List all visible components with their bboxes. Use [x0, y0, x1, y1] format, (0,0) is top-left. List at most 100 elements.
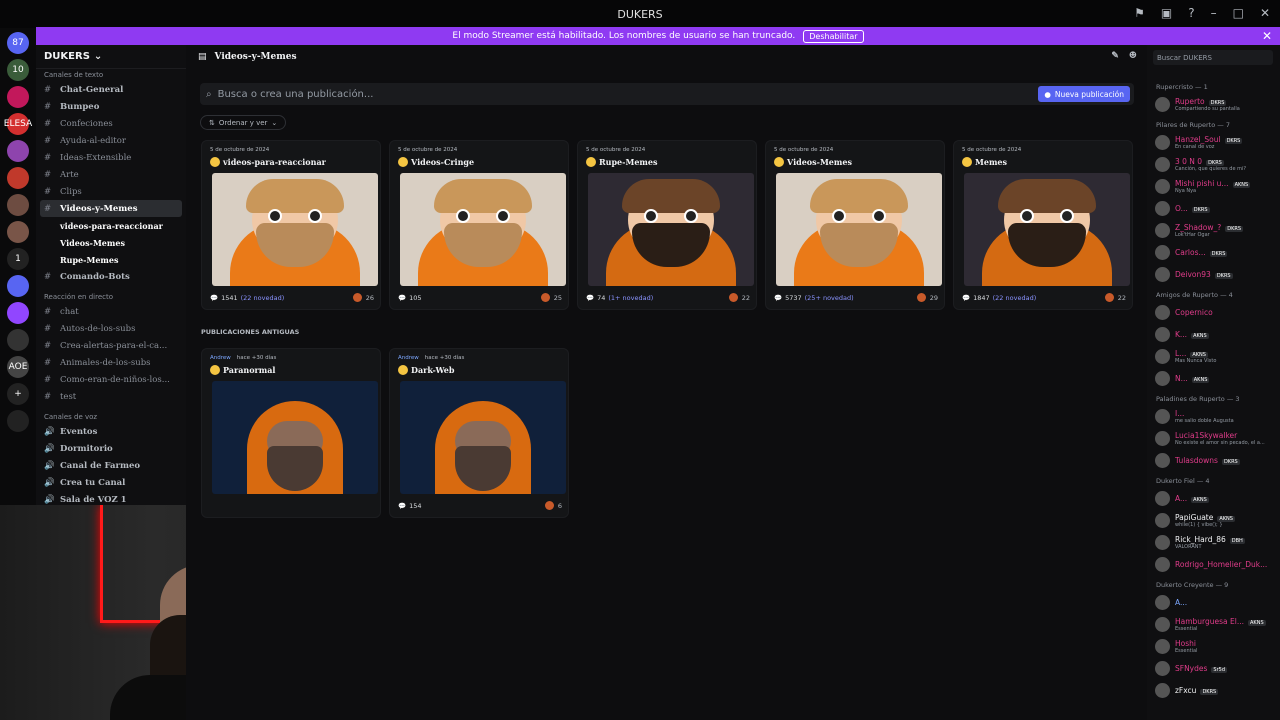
- server-icon[interactable]: [7, 329, 29, 351]
- minimize-icon[interactable]: –: [1211, 6, 1217, 20]
- channel-item[interactable]: # Ayuda-al-editor: [36, 132, 186, 149]
- maximize-icon[interactable]: □: [1233, 6, 1244, 20]
- member-item[interactable]: O... DKRS: [1147, 197, 1280, 219]
- server-icon[interactable]: [7, 194, 29, 216]
- server-icon[interactable]: [7, 167, 29, 189]
- member-item[interactable]: L... AKNS Mas Nunca Visto: [1147, 345, 1280, 367]
- member-item[interactable]: I... me salio doble Augusta: [1147, 405, 1280, 427]
- forum-post-card[interactable]: 5 de octubre de 2024 videos-para-reaccion…: [201, 140, 381, 310]
- close-icon[interactable]: ✕: [1260, 6, 1270, 20]
- search-input[interactable]: Busca o crea una publicación...: [218, 89, 374, 100]
- sort-button[interactable]: ⇅ Ordenar y ver ⌄: [200, 115, 287, 130]
- avatar: [1155, 682, 1170, 698]
- server-icon[interactable]: 10: [7, 59, 29, 81]
- member-item[interactable]: Rick_Hard_86 DBH VALORANT: [1147, 531, 1280, 553]
- server-icon[interactable]: 87: [7, 32, 29, 54]
- threads-icon[interactable]: ✎: [1111, 51, 1119, 61]
- channel-item[interactable]: videos-para-reaccionar: [36, 217, 186, 234]
- forum-post-card[interactable]: Andrew hace +30 días Paranormal: [201, 348, 381, 518]
- member-item[interactable]: Deivon93 DKRS: [1147, 263, 1280, 285]
- server-icon[interactable]: [7, 86, 29, 108]
- channel-item[interactable]: # Chat-General: [36, 81, 186, 98]
- voice-channel-item[interactable]: 🔊 Eventos: [36, 423, 186, 440]
- voice-channel-item[interactable]: 🔊 Crea tu Canal: [36, 474, 186, 491]
- server-icon[interactable]: ELESA: [4, 113, 32, 135]
- post-thumbnail[interactable]: [400, 381, 566, 494]
- server-icon[interactable]: [7, 302, 29, 324]
- post-thumbnail[interactable]: [212, 381, 378, 494]
- member-item[interactable]: K... AKNS: [1147, 323, 1280, 345]
- member-search-input[interactable]: Buscar DUKERS: [1153, 50, 1273, 65]
- channel-item[interactable]: # Como-eran-de-niños-los...: [36, 371, 186, 388]
- monitor-icon[interactable]: ▣: [1161, 6, 1172, 20]
- avatar: [1155, 534, 1170, 550]
- member-item[interactable]: Lucia1Skywalker No existe el amor sin pec…: [1147, 427, 1280, 449]
- channel-item[interactable]: # test: [36, 388, 186, 405]
- member-item[interactable]: N... AKNS: [1147, 367, 1280, 389]
- text-category[interactable]: Canales de texto: [36, 69, 186, 81]
- member-item[interactable]: A...: [1147, 591, 1280, 613]
- channel-item[interactable]: # Bumpeo: [36, 98, 186, 115]
- member-item[interactable]: PapiGuate AKNS while(1) { vibe(); }: [1147, 509, 1280, 531]
- server-icon[interactable]: [7, 410, 29, 432]
- forum-post-card[interactable]: 5 de octubre de 2024 Rupe-Memes 💬 74 (1+ nov…: [577, 140, 757, 310]
- member-item[interactable]: Carlos... DKRS: [1147, 241, 1280, 263]
- member-item[interactable]: Copernico: [1147, 301, 1280, 323]
- voice-category[interactable]: Canales de voz: [36, 411, 186, 423]
- server-icon[interactable]: +: [7, 383, 29, 405]
- forum-post-card[interactable]: Andrew hace +30 días Dark-Web 💬 154 6: [389, 348, 569, 518]
- member-item[interactable]: SFNydes Sr5d: [1147, 657, 1280, 679]
- server-icon[interactable]: AOE: [7, 356, 29, 378]
- member-item[interactable]: Hamburguesa El... AKNS Essential: [1147, 613, 1280, 635]
- channel-item[interactable]: # Ideas-Extensible: [36, 149, 186, 166]
- hash-icon: #: [44, 271, 52, 282]
- inbox-icon[interactable]: ⚑: [1134, 6, 1145, 20]
- new-post-button[interactable]: ● Nueva publicación: [1038, 86, 1130, 102]
- members-icon[interactable]: ☻: [1129, 51, 1137, 61]
- member-item[interactable]: Mishi pishi u... AKNS Nya Nya: [1147, 175, 1280, 197]
- server-icon[interactable]: 1: [7, 248, 29, 270]
- forum-search[interactable]: ⌕ Busca o crea una publicación... ● Nuev…: [200, 83, 1134, 105]
- member-item[interactable]: Rodrigo_Homelier_Duk...: [1147, 553, 1280, 575]
- member-item[interactable]: Hanzel_Soul DKRS En canal de voz: [1147, 131, 1280, 153]
- member-item[interactable]: Tulasdowns DKRS: [1147, 449, 1280, 471]
- hash-icon: #: [44, 84, 52, 95]
- server-icon[interactable]: [7, 275, 29, 297]
- post-thumbnail[interactable]: [588, 173, 754, 286]
- channel-item[interactable]: # Animales-de-los-subs: [36, 354, 186, 371]
- member-item[interactable]: zFxcu DKRS: [1147, 679, 1280, 701]
- channel-item[interactable]: # Crea-alertas-para-el-ca...: [36, 337, 186, 354]
- member-item[interactable]: A... AKNS: [1147, 487, 1280, 509]
- channel-item[interactable]: # Arte: [36, 166, 186, 183]
- voice-channel-item[interactable]: 🔊 Canal de Farmeo: [36, 457, 186, 474]
- post-thumbnail[interactable]: [776, 173, 942, 286]
- channel-item[interactable]: Rupe-Memes: [36, 251, 186, 268]
- help-icon[interactable]: ?: [1188, 6, 1194, 20]
- post-date: 5 de octubre de 2024: [774, 147, 834, 153]
- server-header[interactable]: DUKERS ⌄: [36, 45, 186, 69]
- channel-item[interactable]: # Confeciones: [36, 115, 186, 132]
- forum-post-card[interactable]: 5 de octubre de 2024 Videos-Memes 💬 5737 (25…: [765, 140, 945, 310]
- forum-post-card[interactable]: 5 de octubre de 2024 Videos-Cringe 💬 105 25: [389, 140, 569, 310]
- disable-button[interactable]: Deshabilitar: [803, 29, 864, 43]
- server-icon[interactable]: [7, 221, 29, 243]
- voice-channel-item[interactable]: 🔊 Dormitorio: [36, 440, 186, 457]
- channel-item[interactable]: # chat: [36, 303, 186, 320]
- member-item[interactable]: Ruperto DKRS Compartiendo su pantalla: [1147, 93, 1280, 115]
- close-banner-icon[interactable]: ✕: [1262, 29, 1272, 43]
- member-item[interactable]: Z_Shadow_? DKRS Lok'tHar Ogar: [1147, 219, 1280, 241]
- channel-item[interactable]: Videos-Memes: [36, 234, 186, 251]
- post-date: 5 de octubre de 2024: [586, 147, 646, 153]
- live-category[interactable]: Reacción en directo: [36, 291, 186, 303]
- channel-item[interactable]: # Autos-de-los-subs: [36, 320, 186, 337]
- post-thumbnail[interactable]: [212, 173, 378, 286]
- channel-item[interactable]: # Videos-y-Memes: [40, 200, 182, 217]
- channel-item[interactable]: # Comando-Bots: [36, 268, 186, 285]
- post-thumbnail[interactable]: [400, 173, 566, 286]
- forum-post-card[interactable]: 5 de octubre de 2024 Memes 💬 1847 (22 noveda…: [953, 140, 1133, 310]
- server-icon[interactable]: [7, 140, 29, 162]
- post-thumbnail[interactable]: [964, 173, 1130, 286]
- channel-item[interactable]: # Clips: [36, 183, 186, 200]
- member-item[interactable]: Hoshi Essential: [1147, 635, 1280, 657]
- member-item[interactable]: 3 0 N 0 DKRS Canción, que quieres de mi?: [1147, 153, 1280, 175]
